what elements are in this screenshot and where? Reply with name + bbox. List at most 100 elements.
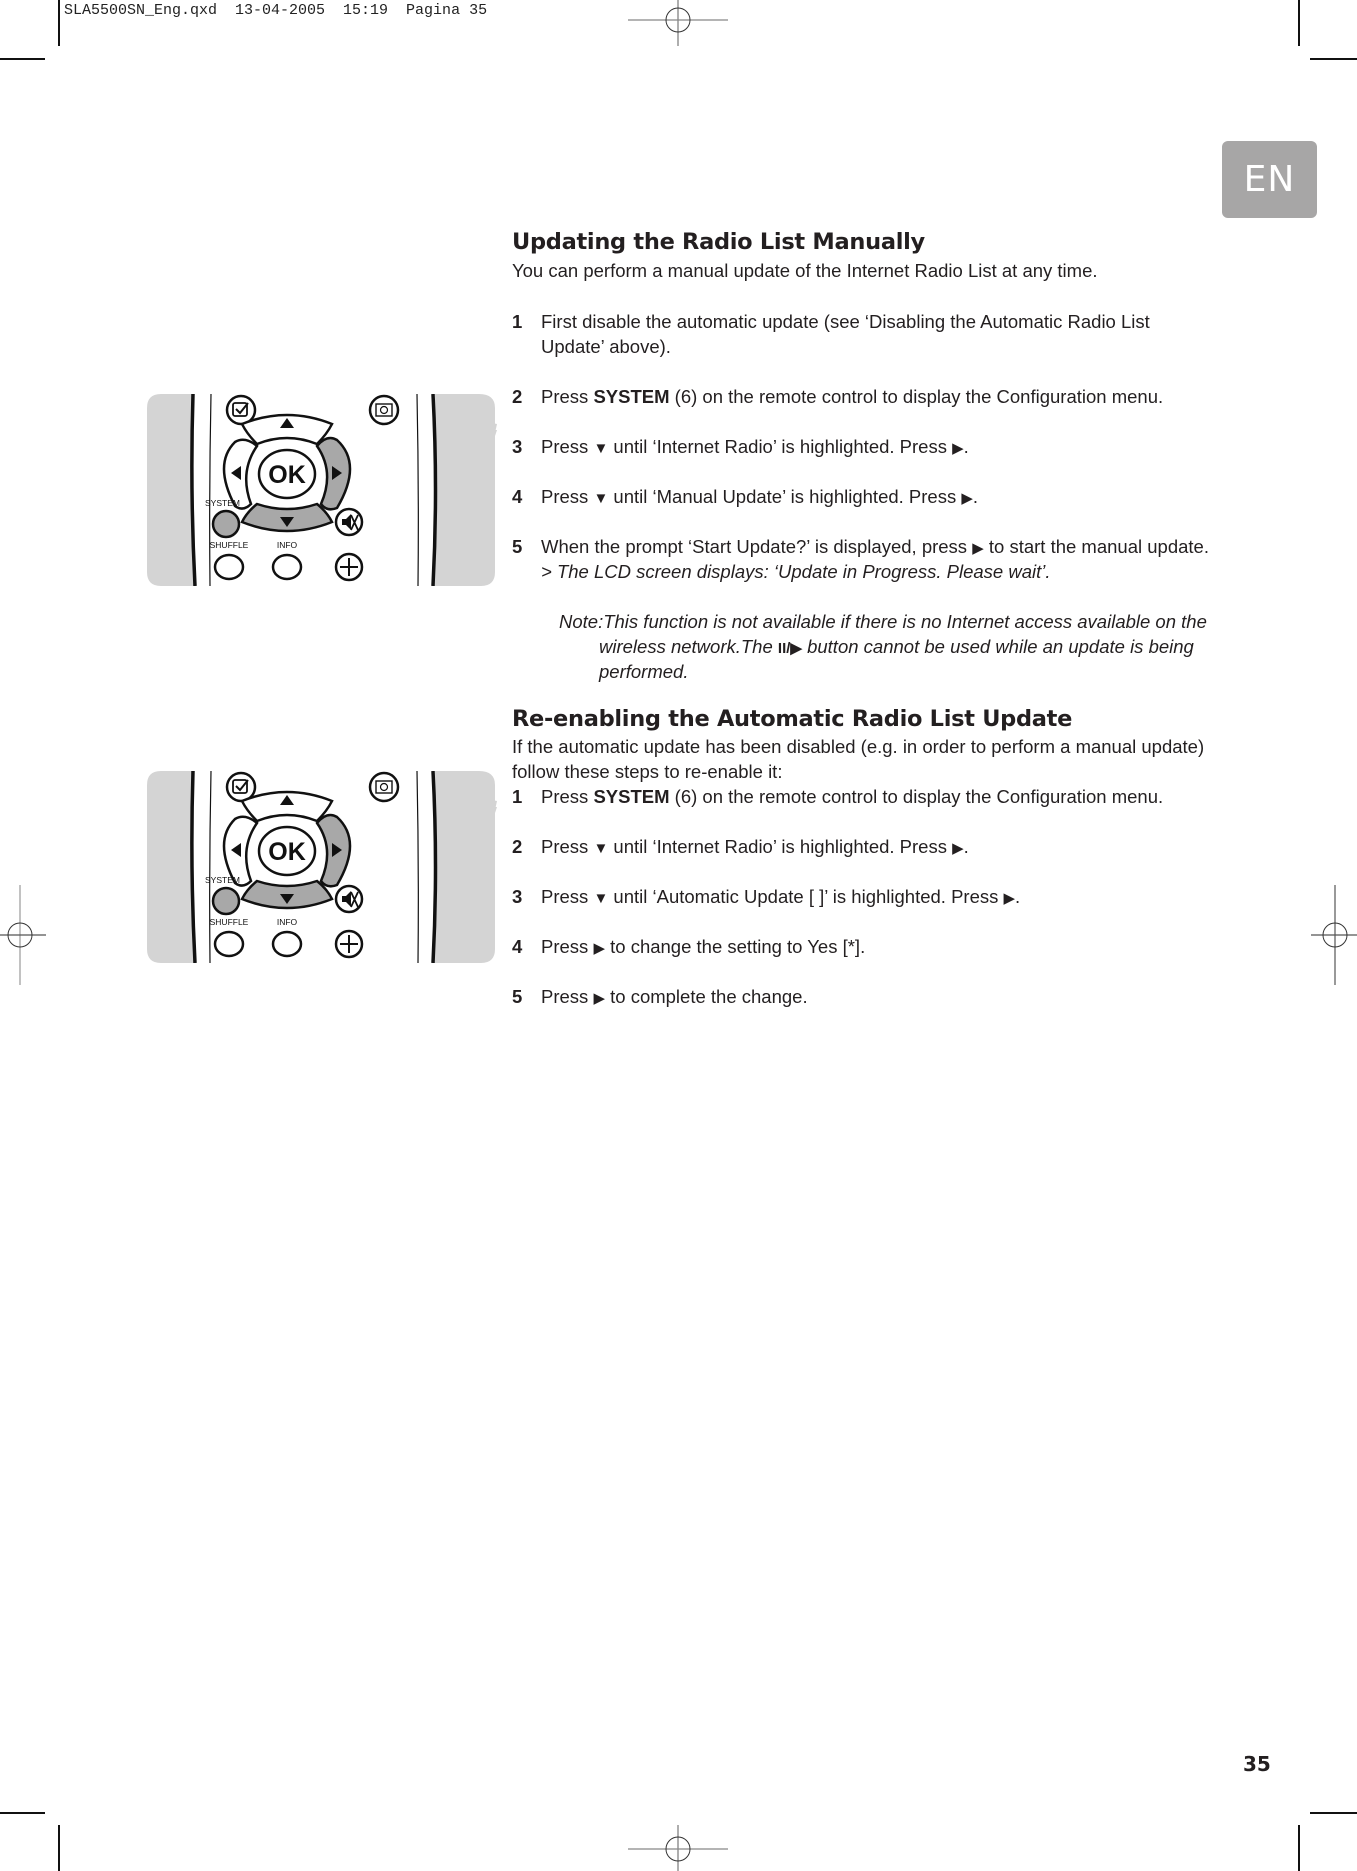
step-text: First disable the automatic update (see … <box>541 311 1150 332</box>
registration-mark-right <box>1311 885 1357 985</box>
registration-mark-left <box>0 885 46 985</box>
step-text-part: . <box>963 436 969 457</box>
step-text: Press ▼ until ‘Automatic Update [ ]’ is … <box>541 884 1020 911</box>
system-button <box>211 509 241 539</box>
step-number: 2 <box>512 836 523 857</box>
down-arrow-icon: ▼ <box>593 890 609 907</box>
right-arrow-icon: ▶ <box>972 540 984 557</box>
step-text-part: Press <box>541 786 594 807</box>
note-text-part: wireless network.The <box>599 636 778 657</box>
remote-control-svg: OK SYSTEM SHUFFLE INFO <box>147 770 497 964</box>
right-arrow-icon: ▶ <box>952 440 964 457</box>
system-button-label: SYSTEM <box>593 386 670 407</box>
crop-mark <box>58 0 60 46</box>
down-arrow-icon: ▼ <box>593 840 609 857</box>
crop-mark <box>0 58 45 60</box>
step-number: 2 <box>512 386 523 407</box>
step-number: 3 <box>512 886 523 907</box>
down-arrow-icon: ▼ <box>593 440 609 457</box>
info-button <box>271 930 303 958</box>
step-text-part: When the prompt ‘Start Update?’ is displ… <box>541 536 973 557</box>
media-button <box>368 771 400 803</box>
step-text: Press ▶ to change the setting to Yes [*]… <box>541 934 865 961</box>
section-heading: Updating the Radio List Manually <box>512 229 925 255</box>
step-text: Press ▼ until ‘Internet Radio’ is highli… <box>541 834 969 861</box>
section-intro: follow these steps to re-enable it: <box>512 761 783 782</box>
right-arrow-icon: ▶ <box>593 940 605 957</box>
step-text-part: to start the manual update. <box>983 536 1209 557</box>
right-arrow-icon: ▶ <box>1003 890 1016 907</box>
step-text-part: Press <box>541 386 594 407</box>
file-slug: SLA5500SN_Eng.qxd 13-04-2005 15:19 Pagin… <box>64 2 488 19</box>
down-arrow-icon: ▼ <box>593 490 609 507</box>
play-pause-icon: II/▶ <box>777 640 802 657</box>
step-number: 4 <box>512 936 523 957</box>
step-text-part: (6) on the remote control to display the… <box>669 786 1164 807</box>
page-number: 35 <box>1243 1752 1271 1776</box>
step-text: Press ▼ until ‘Internet Radio’ is highli… <box>541 434 969 461</box>
step-text-part: to change the setting to Yes [*]. <box>604 936 866 957</box>
right-arrow-icon: ▶ <box>593 990 605 1007</box>
step-result: > The LCD screen displays: ‘Update in Pr… <box>541 561 1051 582</box>
step-text-part: Press <box>541 486 594 507</box>
right-arrow-icon: ▶ <box>952 840 964 857</box>
system-button-label: SYSTEM <box>593 786 670 807</box>
info-label: INFO <box>277 917 298 927</box>
section-heading: Re-enabling the Automatic Radio List Upd… <box>512 706 1073 732</box>
language-tab: EN <box>1222 141 1317 218</box>
info-label: INFO <box>277 540 298 550</box>
system-label: SYSTEM <box>205 498 240 508</box>
note-text-part: button cannot be used while an update is… <box>801 636 1194 657</box>
crop-mark <box>1310 1812 1357 1814</box>
step-text-part: Press <box>541 886 594 907</box>
remote-control-svg: OK SYSTEM SHUFFLE INFO <box>147 393 497 587</box>
step-text-part: (6) on the remote control to display the… <box>669 386 1164 407</box>
section-intro: If the automatic update has been disable… <box>512 736 1205 757</box>
step-text-part: until ‘Manual Update’ is highlighted. Pr… <box>608 486 962 507</box>
step-text-part: to complete the change. <box>604 986 808 1007</box>
step-text: Press ▼ until ‘Manual Update’ is highlig… <box>541 484 978 511</box>
step-text: Press SYSTEM (6) on the remote control t… <box>541 784 1163 809</box>
step-text-part: Press <box>541 986 594 1007</box>
note-text: wireless network.The II/▶ button cannot … <box>599 634 1194 661</box>
crop-mark <box>0 1812 45 1814</box>
step-text-part: Press <box>541 836 594 857</box>
note-text: Note:This function is not available if t… <box>559 611 1207 632</box>
registration-mark-top <box>628 0 728 46</box>
step-text-part: until ‘Automatic Update [ ]’ is highligh… <box>608 886 1004 907</box>
ok-label: OK <box>268 461 306 489</box>
note-text: performed. <box>599 661 689 682</box>
step-number: 1 <box>512 786 523 807</box>
crop-mark <box>1298 0 1300 46</box>
step-text-part: Press <box>541 936 594 957</box>
remote-illustration: OK SYSTEM SHUFFLE INFO <box>147 393 497 590</box>
step-text-part: . <box>972 486 979 507</box>
step-number: 1 <box>512 311 523 332</box>
section-intro: You can perform a manual update of the I… <box>512 260 1098 281</box>
system-label: SYSTEM <box>205 875 240 885</box>
step-number: 4 <box>512 486 523 507</box>
crop-mark <box>1298 1825 1300 1871</box>
crop-mark <box>1310 58 1357 60</box>
step-text-part: until ‘Internet Radio’ is highlighted. P… <box>608 836 953 857</box>
step-text-part: . <box>1015 886 1021 907</box>
mute-button <box>334 884 364 914</box>
step-number: 5 <box>512 986 523 1007</box>
plus-button <box>334 929 364 959</box>
step-text: Press SYSTEM (6) on the remote control t… <box>541 384 1163 409</box>
shuffle-button <box>213 930 245 958</box>
step-number: 3 <box>512 436 523 457</box>
right-arrow-icon: ▶ <box>961 490 973 507</box>
shuffle-label: SHUFFLE <box>210 540 249 550</box>
plus-button <box>334 552 364 582</box>
mute-button <box>334 507 364 537</box>
crop-mark <box>58 1825 60 1871</box>
step-text-part: until ‘Internet Radio’ is highlighted. P… <box>608 436 953 457</box>
step-text: Update’ above). <box>541 336 671 357</box>
info-button <box>271 553 303 581</box>
step-text-part: Press <box>541 436 594 457</box>
ok-label: OK <box>268 838 306 866</box>
step-text: Press ▶ to complete the change. <box>541 984 808 1011</box>
shuffle-label: SHUFFLE <box>210 917 249 927</box>
shuffle-button <box>213 553 245 581</box>
